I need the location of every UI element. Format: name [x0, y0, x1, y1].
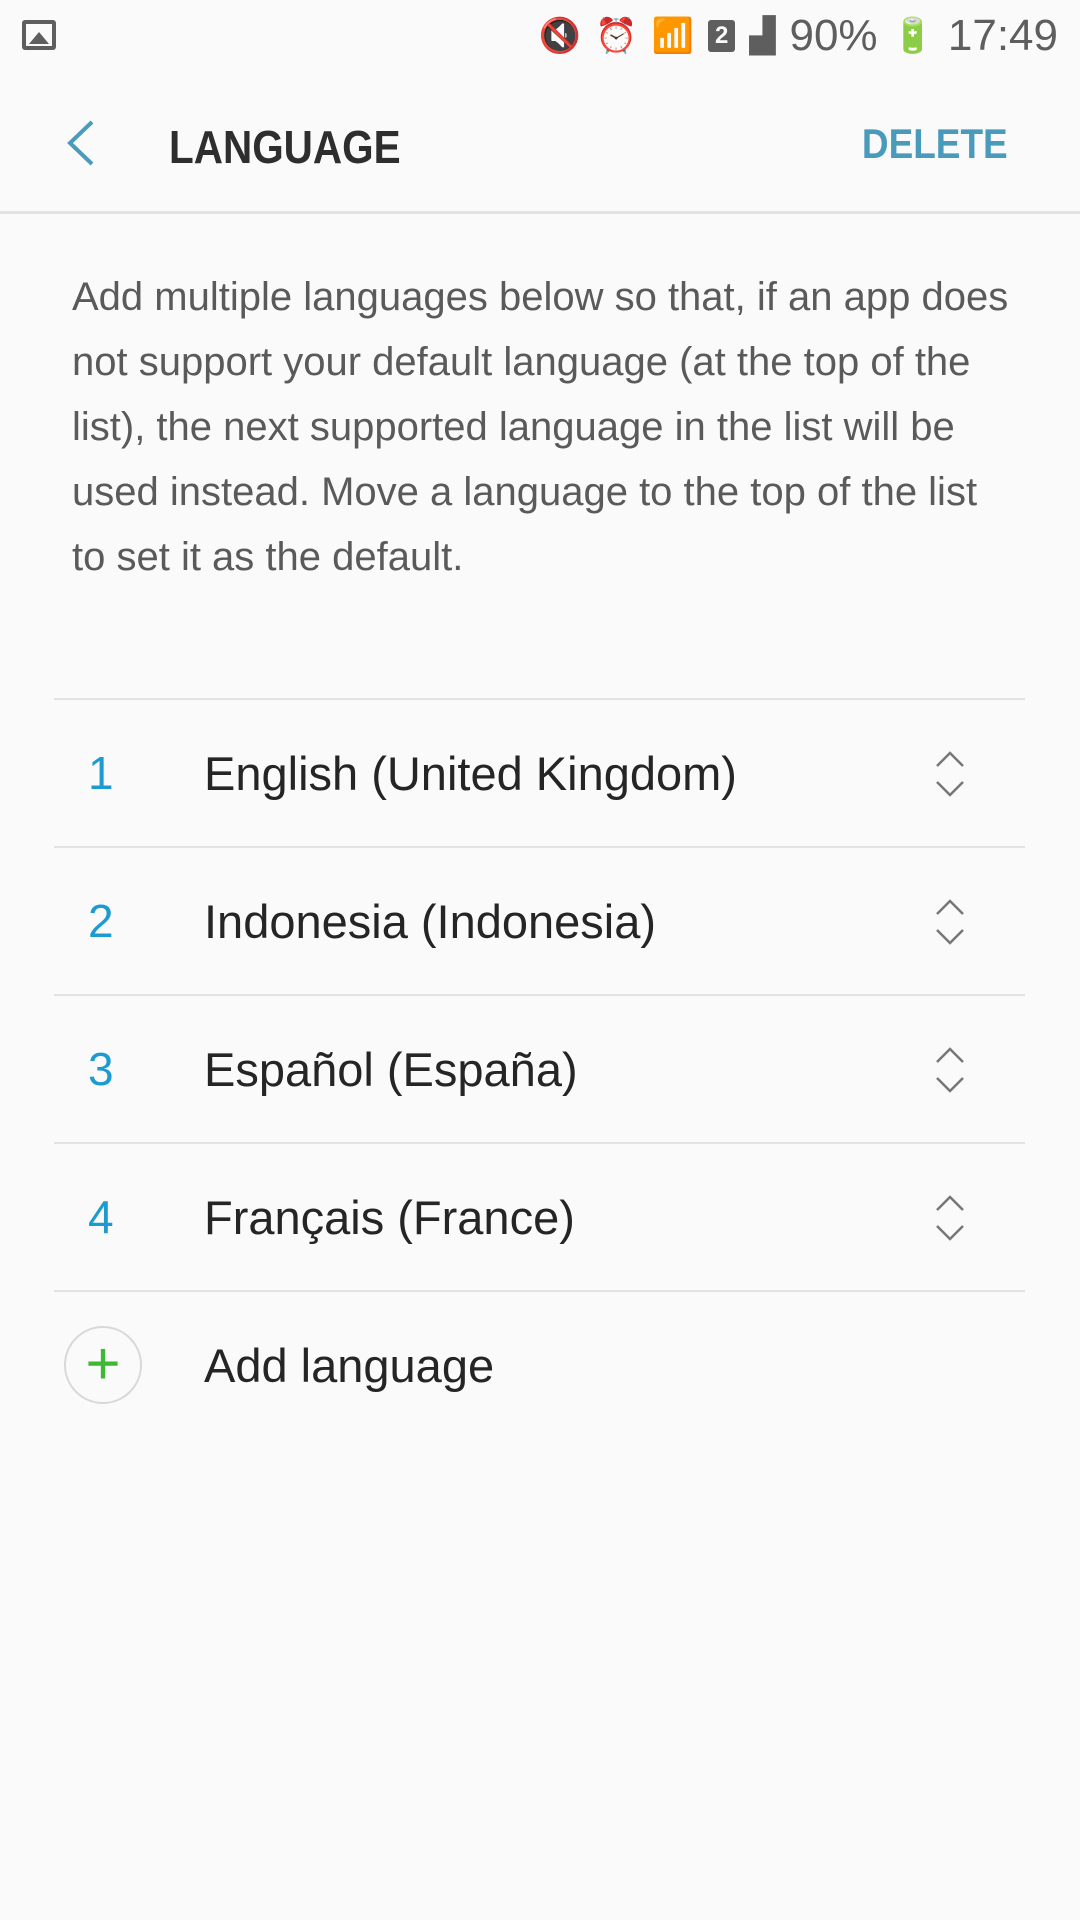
status-bar: 🔇 ⏰ 📶 2 ▟ 90% 🔋 17:49 — [0, 0, 1080, 72]
back-icon[interactable] — [62, 118, 102, 168]
language-row[interactable]: 4 Français (France) — [54, 1142, 1025, 1290]
language-row[interactable]: 1 English (United Kingdom) — [54, 698, 1025, 846]
language-name: English (United Kingdom) — [204, 746, 737, 800]
language-name: Indonesia (Indonesia) — [204, 894, 657, 948]
clock: 17:49 — [947, 11, 1058, 60]
app-bar: LANGUAGE DELETE — [0, 72, 1080, 214]
alarm-icon: ⏰ — [595, 17, 638, 55]
language-name: Español (España) — [204, 1042, 578, 1096]
reorder-handle-icon[interactable] — [934, 1044, 966, 1096]
language-name: Français (France) — [204, 1190, 575, 1244]
battery-charging-icon: 🔋 — [891, 17, 934, 55]
image-notification-icon — [22, 20, 56, 50]
page-title: LANGUAGE — [169, 121, 401, 173]
add-language-label: Add language — [204, 1338, 495, 1392]
language-number: 3 — [88, 1043, 114, 1095]
plus-icon: + — [64, 1326, 142, 1404]
battery-percent: 90% — [789, 11, 878, 60]
reorder-handle-icon[interactable] — [934, 1192, 966, 1244]
language-number: 1 — [88, 747, 114, 799]
language-number: 4 — [88, 1191, 114, 1243]
language-number: 2 — [88, 895, 114, 947]
mute-vibrate-icon: 🔇 — [538, 17, 582, 55]
language-row[interactable]: 2 Indonesia (Indonesia) — [54, 846, 1025, 994]
delete-button[interactable]: DELETE — [862, 120, 1008, 168]
add-language-button[interactable]: + Add language — [54, 1290, 1025, 1438]
sim-badge: 2 — [707, 20, 736, 52]
reorder-handle-icon[interactable] — [934, 896, 966, 948]
reorder-handle-icon[interactable] — [934, 748, 966, 800]
language-row[interactable]: 3 Español (España) — [54, 994, 1025, 1142]
wifi-icon: 📶 — [651, 17, 694, 55]
signal-icon: ▟ — [749, 17, 776, 55]
language-list: 1 English (United Kingdom) 2 Indonesia (… — [54, 698, 1025, 1438]
description-text: Add multiple languages below so that, if… — [72, 275, 1009, 579]
